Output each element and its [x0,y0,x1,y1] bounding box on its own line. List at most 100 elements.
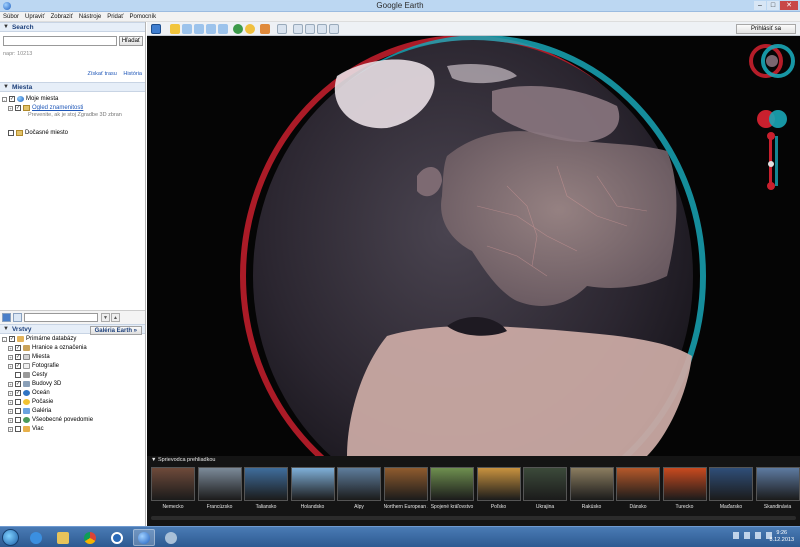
layers-panel-header[interactable]: ▼ Vrstvy Galéria Earth » [0,324,145,335]
checkbox[interactable] [15,417,21,423]
tour-thumbnail-label[interactable]: Ukrajina [523,504,567,510]
checkbox[interactable]: ✓ [15,105,21,111]
tour-thumbnail-image[interactable] [709,467,753,501]
tree-row-my-places[interactable]: - ✓ Moje miesta [2,96,58,102]
sunlight-icon[interactable] [245,24,255,34]
sightseeing-link[interactable]: Ogled znamenitosti [32,105,83,111]
checkbox[interactable]: ✓ [15,354,21,360]
tour-thumbnail-image[interactable] [244,467,288,501]
sidebar-toggle-icon[interactable] [13,313,22,322]
expand-icon[interactable]: + [8,408,13,414]
volume-icon[interactable] [744,532,750,539]
tour-thumbnail-label[interactable]: Alpy [337,504,381,510]
get-directions-link[interactable]: Získať trasu [88,71,117,77]
tour-thumbnail-image[interactable] [523,467,567,501]
expand-icon[interactable]: + [8,105,13,111]
tour-thumbnail-image[interactable] [383,467,428,501]
expand-icon[interactable]: + [8,363,13,369]
tour-thumbnail-label[interactable]: Maďarsko [709,504,753,510]
zoom-slider-track[interactable] [769,136,772,186]
zoom-in-icon[interactable] [767,132,775,140]
checkbox[interactable] [8,130,14,136]
ruler-icon[interactable] [277,24,287,34]
tour-thumbnail-image[interactable] [290,467,335,501]
tour-scrollbar[interactable] [151,516,796,520]
layer-row-places[interactable]: + ✓ Miesta [8,354,50,360]
layer-row-global-awareness[interactable]: + Všeobecné povedomie [8,417,93,423]
expand-icon[interactable]: + [8,345,13,351]
expand-icon[interactable]: + [8,417,13,423]
tour-thumbnail-image[interactable] [197,467,242,501]
layer-row-ocean[interactable]: + ✓ Oceán [8,390,50,396]
polygon-icon[interactable] [182,24,192,34]
layer-row-primary-database[interactable]: - ✓ Primárne databázy [2,336,76,342]
tour-thumbnail-image[interactable] [662,467,707,501]
checkbox[interactable] [15,408,21,414]
tour-thumbnail-label[interactable]: Rakúsko [570,504,614,510]
zoom-slider-track-cyan[interactable] [775,136,778,186]
layer-row-more[interactable]: + Viac [8,426,44,432]
system-clock[interactable]: 9:26 8.12.2013 [770,530,794,544]
move-down-icon[interactable]: ▼ [101,313,110,322]
expand-icon[interactable]: - [2,96,7,102]
tour-thumbnail-image[interactable] [755,467,800,501]
layer-row-roads[interactable]: Cesty [15,372,47,378]
expand-icon[interactable]: + [8,426,13,432]
checkbox[interactable]: ✓ [15,363,21,369]
menu-help[interactable]: Pomocník [129,14,156,20]
layer-row-3d-buildings[interactable]: + ✓ Budovy 3D [8,381,61,387]
tour-thumbnail-label[interactable]: Holandsko [291,504,335,510]
layers-filter-input[interactable] [24,313,98,322]
checkbox[interactable]: ✓ [9,96,15,102]
tour-thumbnail-image[interactable] [616,467,660,501]
checkbox[interactable]: ✓ [9,336,15,342]
expand-icon[interactable]: + [8,381,13,387]
print-icon[interactable] [305,24,315,34]
search-button[interactable]: Hľadať [119,36,143,46]
checkbox[interactable]: ✓ [15,390,21,396]
tour-thumbnail-label[interactable]: Spojené kráľovstvo [430,504,474,510]
menu-file[interactable]: Súbor [3,14,19,20]
menu-edit[interactable]: Upraviť [25,14,45,20]
expand-icon[interactable]: + [8,390,13,396]
taskbar-google-earth[interactable] [133,529,155,546]
move-joystick-cyan-icon[interactable] [769,110,787,128]
sidebar-toggle-icon[interactable] [151,24,161,34]
taskbar-file-explorer[interactable] [52,529,74,546]
email-icon[interactable] [293,24,303,34]
compass-center-icon[interactable] [766,55,778,67]
checkbox[interactable] [15,426,21,432]
historical-imagery-icon[interactable] [233,24,243,34]
tray-arrow-icon[interactable] [733,532,739,539]
expand-icon[interactable]: + [8,399,13,405]
move-up-icon[interactable]: ▲ [111,313,120,322]
layer-row-gallery[interactable]: + Galéria [8,408,51,414]
globe-view[interactable] [147,36,800,456]
zoom-thumb-icon[interactable] [768,161,774,167]
menu-add[interactable]: Pridať [107,14,123,20]
view-in-maps-icon[interactable] [329,24,339,34]
tour-thumbnail-label[interactable]: Northern European ... [384,504,428,510]
layer-row-borders[interactable]: + ✓ Hranice a označenia [8,345,87,351]
tour-thumbnail-image[interactable] [476,467,521,501]
places-panel-header[interactable]: ▼ Miesta [0,82,145,92]
tour-thumbnail-label[interactable]: Taliansko [244,504,288,510]
tour-thumbnail-label[interactable]: Francúzsko [198,504,242,510]
tree-row-sightseeing[interactable]: + ✓ Ogled znamenitosti [8,105,83,111]
menu-view[interactable]: Zobraziť [51,14,73,20]
placemark-icon[interactable] [170,24,180,34]
expand-icon[interactable]: - [2,336,7,342]
search-input[interactable] [3,36,117,46]
taskbar-media-player[interactable] [106,529,128,546]
checkbox[interactable] [15,399,21,405]
save-image-icon[interactable] [317,24,327,34]
layer-row-photos[interactable]: + ✓ Fotografie [8,363,59,369]
list-view-icon[interactable] [2,313,11,322]
layer-row-weather[interactable]: + Počasie [8,399,53,405]
tour-guide-header[interactable]: ▼ Sprievodca prehliadkou [147,456,800,465]
maximize-button[interactable]: □ [767,1,779,10]
minimize-button[interactable]: – [754,1,766,10]
menu-tools[interactable]: Nástroje [79,14,101,20]
start-button[interactable] [2,529,19,546]
tour-thumbnail-label[interactable]: Turecko [663,504,707,510]
